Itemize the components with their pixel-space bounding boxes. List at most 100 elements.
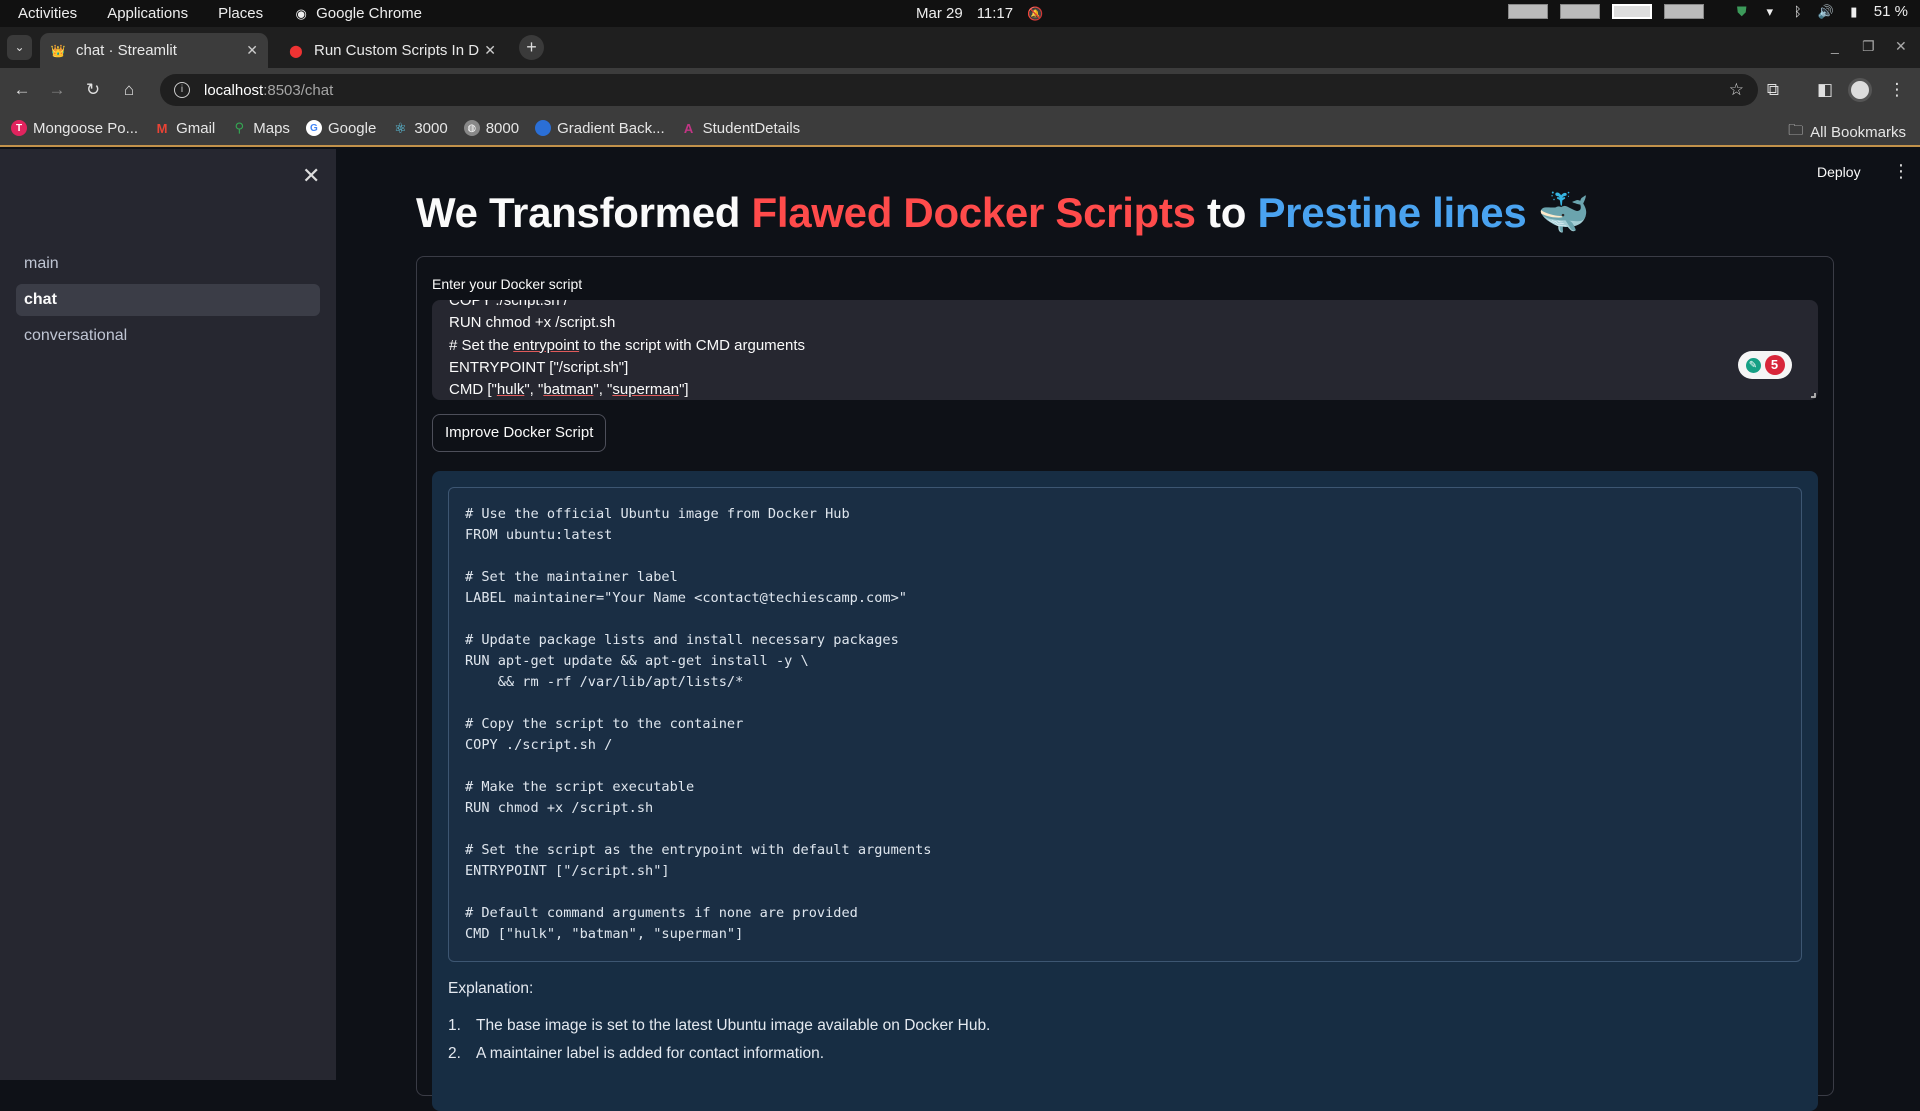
gradient-icon	[535, 120, 552, 136]
shield-icon[interactable]: ⛊	[1734, 4, 1750, 20]
url-host: localhost	[204, 81, 264, 99]
maps-pin-icon: ⚲	[234, 120, 245, 135]
activities-button[interactable]: Activities	[18, 5, 77, 22]
mongoose-icon: T	[11, 120, 27, 136]
gmail-icon: M	[156, 120, 168, 136]
improved-dockerfile-code: # Use the official Ubuntu image from Doc…	[465, 506, 932, 942]
battery-percent: 51 %	[1873, 3, 1908, 20]
time-label: 11:17	[976, 5, 1014, 22]
spell-error[interactable]: batman	[543, 381, 593, 398]
grammar-checker-badge[interactable]: ✎ 5	[1738, 351, 1792, 379]
chrome-icon: ◉	[295, 5, 307, 21]
list-number: 1.	[448, 1017, 461, 1034]
text-segment: "]	[679, 381, 689, 399]
sidebar-item-chat[interactable]: chat	[16, 284, 320, 316]
all-bookmarks-button[interactable]: 🗀 All Bookmarks	[1788, 120, 1906, 145]
resize-handle-icon[interactable]	[1811, 393, 1816, 398]
title-part1: We Transformed	[416, 189, 752, 236]
title-part3: to	[1195, 189, 1258, 236]
list-item: 1. The base image is set to the latest Ub…	[448, 1017, 990, 1045]
bookmark-label: 8000	[485, 119, 520, 137]
active-app-label: Google Chrome	[316, 5, 422, 22]
textarea-line: RUN chmod +x /script.sh	[449, 314, 616, 332]
textarea-line: ENTRYPOINT ["/script.sh"]	[449, 358, 629, 376]
improve-docker-script-button[interactable]: Improve Docker Script	[432, 414, 607, 452]
workspace-4[interactable]	[1663, 4, 1704, 19]
spell-error[interactable]: hulk	[497, 381, 525, 398]
bookmark-star-icon[interactable]: ☆	[1729, 80, 1744, 100]
new-tab-button[interactable]: +	[519, 35, 544, 60]
site-info-icon[interactable]: i	[174, 82, 190, 98]
minimize-icon[interactable]: _	[1831, 38, 1839, 54]
side-panel-icon[interactable]: ◧	[1812, 77, 1838, 103]
restore-icon[interactable]: ❐	[1862, 38, 1875, 55]
active-app-menu[interactable]: ◉ Google Chrome	[293, 5, 422, 22]
url-path: :8503/chat	[263, 81, 334, 99]
profile-avatar[interactable]	[1848, 78, 1872, 102]
explanation-heading: Explanation:	[448, 980, 534, 997]
bookmark-gradient[interactable]: Gradient Back...	[535, 120, 665, 137]
volume-icon[interactable]: 🔊	[1818, 4, 1834, 20]
text-segment: CMD ["	[449, 381, 497, 399]
bookmark-google[interactable]: G Google	[305, 119, 377, 137]
battery-icon[interactable]: ▮	[1846, 4, 1862, 20]
grammar-issue-count: 5	[1764, 355, 1785, 375]
chrome-menu-icon[interactable]: ⋮	[1884, 77, 1910, 103]
main-menu-icon[interactable]: ⋮	[1892, 161, 1910, 182]
wifi-icon[interactable]: ▾	[1762, 4, 1778, 20]
tab-title: Run Custom Scripts In D	[314, 42, 480, 59]
bookmark-label: Google	[327, 119, 377, 137]
bluetooth-icon[interactable]: ᛒ	[1790, 4, 1806, 20]
workspace-3[interactable]	[1611, 4, 1652, 19]
back-icon[interactable]: ←	[9, 77, 35, 103]
os-top-bar: Activities Applications Places ◉ Google …	[0, 0, 1920, 27]
result-panel: # Use the official Ubuntu image from Doc…	[432, 471, 1818, 1111]
sidebar-item-conversational[interactable]: conversational	[16, 320, 320, 352]
home-icon[interactable]: ⌂	[116, 77, 142, 103]
spell-error[interactable]: superman	[612, 381, 679, 398]
textarea-line: # Set the entrypoint to the script with …	[449, 335, 805, 357]
extensions-icon[interactable]: ⧉	[1760, 77, 1786, 103]
tab-chat-streamlit[interactable]: 👑 chat · Streamlit ✕	[40, 33, 268, 68]
workspace-1[interactable]	[1507, 4, 1548, 19]
sidebar-item-main[interactable]: main	[16, 248, 320, 280]
forward-icon[interactable]: →	[44, 77, 70, 103]
tab-close-icon[interactable]: ✕	[246, 42, 258, 59]
address-bar[interactable]: i localhost:8503/chat ☆	[160, 74, 1758, 106]
reload-icon[interactable]: ↻	[80, 77, 106, 103]
docker-script-label: Enter your Docker script	[432, 276, 583, 292]
tab-close-icon[interactable]: ✕	[484, 42, 496, 59]
list-item: 2. A maintainer label is added for contac…	[448, 1045, 990, 1073]
title-part4: Prestine lines	[1257, 189, 1527, 236]
bookmark-maps[interactable]: ⚲ Maps	[231, 120, 289, 137]
deploy-button[interactable]: Deploy	[1817, 164, 1861, 180]
notifications-muted-icon: 🔕	[1027, 5, 1044, 21]
sidebar: ✕ main chat conversational	[0, 149, 336, 1080]
spell-error[interactable]: entrypoint	[513, 337, 579, 354]
text-segment: ", "	[593, 381, 613, 399]
streamlit-app: ✕ main chat conversational Deploy ⋮ We T…	[0, 149, 1920, 1111]
bookmark-8000[interactable]: ◍ 8000	[463, 119, 520, 137]
tab-search-button[interactable]: ⌄	[7, 35, 32, 60]
text-segment: ", "	[524, 381, 544, 399]
bookmark-mongoose[interactable]: T Mongoose Po...	[11, 120, 138, 137]
close-sidebar-icon[interactable]: ✕	[302, 163, 320, 189]
docker-script-textarea[interactable]: COPY ./script.sh / RUN chmod +x /script.…	[432, 300, 1818, 400]
folder-icon: 🗀	[1788, 122, 1804, 139]
applications-menu[interactable]: Applications	[107, 5, 188, 22]
bookmark-label: Gmail	[176, 119, 216, 137]
places-menu[interactable]: Places	[218, 5, 263, 22]
workspace-2[interactable]	[1559, 4, 1600, 19]
tab-run-custom-scripts[interactable]: ⬤ Run Custom Scripts In D ✕	[278, 33, 506, 68]
title-part2: Flawed Docker Scripts	[751, 189, 1196, 236]
clock[interactable]: Mar 29 11:17 🔕	[916, 5, 1043, 22]
bookmark-gmail[interactable]: M Gmail	[154, 119, 216, 137]
window-close-icon[interactable]: ✕	[1895, 38, 1907, 55]
react-icon: ⚛	[394, 119, 407, 136]
bookmark-label: StudentDetails	[702, 119, 801, 137]
bookmark-3000[interactable]: ⚛ 3000	[392, 119, 448, 137]
bookmark-studentdetails[interactable]: A StudentDetails	[681, 119, 801, 137]
grammar-logo-icon: ✎	[1745, 357, 1761, 373]
google-icon: G	[305, 120, 322, 136]
textarea-line: COPY ./script.sh /	[449, 300, 568, 309]
